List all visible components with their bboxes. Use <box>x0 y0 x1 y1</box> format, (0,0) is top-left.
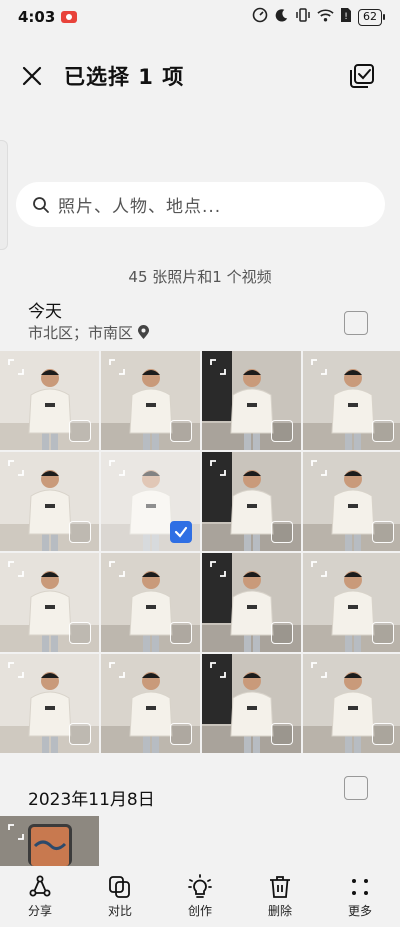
live-photo-icon <box>8 561 24 577</box>
photo-thumbnail[interactable] <box>101 654 200 753</box>
photo-thumbnail[interactable] <box>0 351 99 450</box>
photo-thumbnail[interactable] <box>101 553 200 652</box>
photo-grid <box>0 351 400 753</box>
speed-icon <box>252 7 268 27</box>
share-label: 分享 <box>27 904 52 918</box>
group-title-today: 今天 <box>28 302 62 322</box>
photo-thumbnail[interactable] <box>303 654 400 753</box>
select-all-icon <box>350 64 374 88</box>
select-group-today-checkbox[interactable] <box>344 311 368 335</box>
compare-button[interactable]: 对比 <box>94 866 146 927</box>
photo-checkbox[interactable] <box>271 420 293 442</box>
status-left: 4:03 <box>18 8 78 26</box>
status-time: 4:03 <box>18 8 56 26</box>
search-bar[interactable]: 照片、人物、地点... <box>16 182 385 227</box>
more-button[interactable]: 更多 <box>334 866 386 927</box>
delete-label: 删除 <box>267 904 292 918</box>
delete-button[interactable]: 删除 <box>254 866 306 927</box>
delete-icon <box>270 876 290 898</box>
status-bar: 4:03 ! 62 <box>0 0 400 34</box>
compare-label: 对比 <box>107 904 132 918</box>
photo-checkbox[interactable] <box>69 622 91 644</box>
photo-thumbnail-partial[interactable] <box>0 816 99 866</box>
group-location-text: 市北区；市南区 <box>28 324 134 342</box>
photo-checkbox-checked[interactable] <box>170 521 192 543</box>
live-photo-icon <box>8 824 24 840</box>
selection-header: 已选择 1 项 <box>0 52 400 100</box>
create-icon <box>188 874 212 898</box>
photo-checkbox[interactable] <box>170 622 192 644</box>
page-title: 已选择 1 项 <box>64 65 185 89</box>
live-photo-icon <box>210 359 226 375</box>
photo-thumbnail[interactable] <box>202 351 301 450</box>
create-label: 创作 <box>187 904 212 918</box>
create-button[interactable]: 创作 <box>174 866 226 927</box>
group-title-date: 2023年11月8日 <box>28 790 155 810</box>
live-photo-icon <box>8 359 24 375</box>
more-label: 更多 <box>347 904 372 918</box>
search-placeholder: 照片、人物、地点... <box>58 197 222 217</box>
vibrate-icon <box>295 7 311 27</box>
live-photo-icon <box>311 561 327 577</box>
photo-checkbox[interactable] <box>69 521 91 543</box>
group-location: 市北区；市南区 <box>28 322 150 343</box>
wifi-icon <box>317 8 334 27</box>
location-pin-icon <box>138 325 150 339</box>
live-photo-icon <box>311 662 327 678</box>
photo-thumbnail[interactable] <box>202 553 301 652</box>
photo-thumbnail[interactable] <box>202 452 301 551</box>
side-panel-handle[interactable] <box>0 140 8 250</box>
photo-checkbox[interactable] <box>372 723 394 745</box>
share-button[interactable]: 分享 <box>14 866 66 927</box>
live-photo-icon <box>311 359 327 375</box>
live-photo-icon <box>109 460 125 476</box>
screen-record-icon <box>61 11 78 23</box>
photo-thumbnail[interactable] <box>303 553 400 652</box>
photo-checkbox[interactable] <box>170 420 192 442</box>
more-icon <box>352 879 368 895</box>
media-summary: 45 张照片和1 个视频 <box>128 268 272 286</box>
photo-thumbnail[interactable] <box>202 654 301 753</box>
photo-thumbnail[interactable] <box>0 452 99 551</box>
live-photo-icon <box>8 662 24 678</box>
live-photo-icon <box>109 359 125 375</box>
photo-thumbnail[interactable] <box>303 351 400 450</box>
photo-checkbox[interactable] <box>372 622 394 644</box>
live-photo-icon <box>210 460 226 476</box>
search-icon <box>30 194 52 216</box>
photo-checkbox[interactable] <box>372 521 394 543</box>
photo-checkbox[interactable] <box>271 723 293 745</box>
close-button[interactable] <box>10 54 54 98</box>
checkmark-icon <box>174 526 188 538</box>
moon-icon <box>274 8 289 27</box>
photo-checkbox[interactable] <box>271 622 293 644</box>
live-photo-icon <box>109 662 125 678</box>
live-photo-icon <box>109 561 125 577</box>
photo-checkbox[interactable] <box>372 420 394 442</box>
photo-thumbnail[interactable] <box>0 553 99 652</box>
bottom-action-bar: 分享 对比 创作 删除 更多 <box>0 866 400 927</box>
live-photo-icon <box>210 662 226 678</box>
svg-text:!: ! <box>344 12 348 22</box>
photo-thumbnail[interactable] <box>303 452 400 551</box>
select-all-button[interactable] <box>342 56 382 96</box>
photo-thumbnail[interactable] <box>0 654 99 753</box>
photo-checkbox[interactable] <box>69 420 91 442</box>
live-photo-icon <box>8 460 24 476</box>
select-group-date-checkbox[interactable] <box>344 776 368 800</box>
battery-icon: 62 <box>358 8 385 26</box>
live-photo-icon <box>210 561 226 577</box>
close-icon <box>22 66 42 86</box>
live-photo-icon <box>311 460 327 476</box>
share-icon <box>29 875 51 897</box>
compare-icon <box>109 876 130 898</box>
photo-thumbnail[interactable] <box>101 452 200 551</box>
photo-checkbox[interactable] <box>271 521 293 543</box>
sim-alert-icon: ! <box>340 7 352 27</box>
photo-checkbox[interactable] <box>69 723 91 745</box>
status-right: ! 62 <box>252 7 385 27</box>
photo-thumbnail[interactable] <box>101 351 200 450</box>
photo-checkbox[interactable] <box>170 723 192 745</box>
